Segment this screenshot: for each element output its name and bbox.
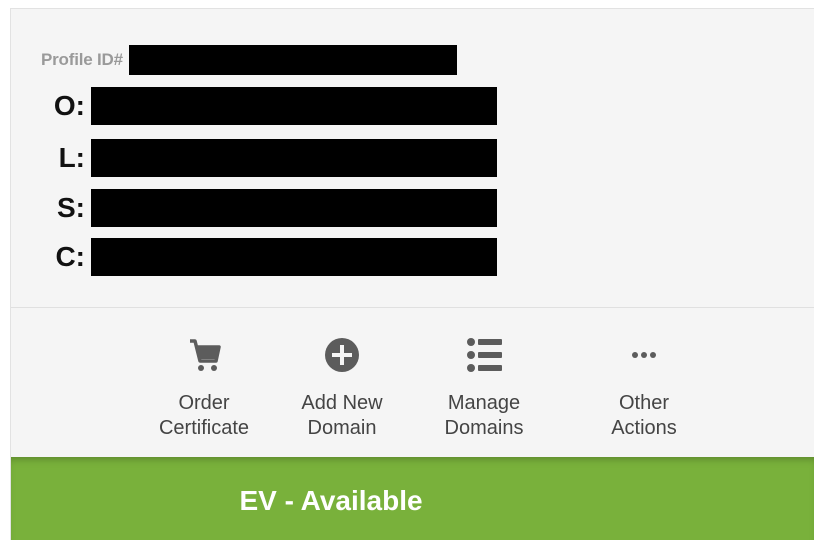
field-label-c: C: [55, 241, 85, 272]
manage-domains-label-line1: Manage [447, 392, 521, 414]
field-label-l: L: [58, 142, 85, 173]
profile-card: Profile ID# O: L: S: C: Order Certificat… [10, 8, 814, 540]
order-certificate-label-line2: Certificate [158, 417, 250, 439]
order-certificate-label: Order Certificate [139, 391, 269, 441]
cart-icon [190, 339, 221, 371]
profile-id-label: Profile ID# [41, 50, 123, 69]
redacted-profile-id [128, 45, 457, 75]
section-divider [11, 307, 814, 308]
add-new-domain-label-line1: Add New [301, 392, 383, 414]
ev-status-text: EV - Available [239, 485, 423, 516]
redacted-field-s [91, 189, 497, 227]
manage-domains-label-line2: Domains [444, 417, 524, 439]
field-row-o: O: [33, 87, 497, 125]
redacted-field-c [91, 238, 497, 276]
other-actions-button[interactable]: Other Actions [579, 309, 709, 457]
redacted-field-l [91, 139, 497, 177]
ev-status-bar[interactable]: EV - Available [11, 457, 814, 540]
other-actions-label-line1: Other [618, 392, 670, 414]
field-row-s: S: [33, 189, 497, 227]
other-actions-label: Other Actions [579, 391, 709, 441]
field-row-c: C: [33, 238, 497, 276]
add-new-domain-label: Add New Domain [277, 391, 407, 441]
redacted-field-o [91, 87, 497, 125]
more-dots-icon [632, 352, 656, 358]
order-certificate-label-line1: Order [178, 392, 230, 414]
action-toolbar: Order Certificate Add New Domain Manage … [11, 309, 814, 457]
field-label-o: O: [53, 90, 85, 121]
field-row-l: L: [33, 139, 497, 177]
list-icon [467, 338, 502, 372]
profile-id-row: Profile ID# [41, 45, 457, 75]
other-actions-label-line2: Actions [611, 417, 677, 439]
plus-circle-icon [325, 338, 359, 372]
manage-domains-label: Manage Domains [419, 391, 549, 441]
field-label-s: S: [57, 192, 85, 223]
add-new-domain-button[interactable]: Add New Domain [277, 309, 407, 457]
profile-details: Profile ID# O: L: S: C: [11, 9, 814, 309]
add-new-domain-label-line2: Domain [307, 417, 377, 439]
order-certificate-button[interactable]: Order Certificate [139, 309, 269, 457]
manage-domains-button[interactable]: Manage Domains [419, 309, 549, 457]
